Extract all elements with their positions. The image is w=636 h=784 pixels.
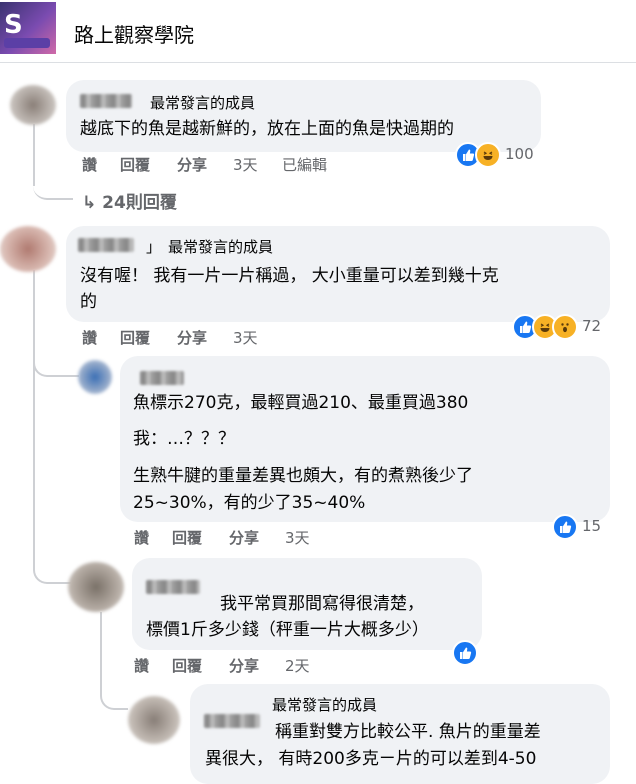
reply-text-line: 25~30%，有的少了35~40% (133, 493, 366, 513)
reply-action[interactable]: 回覆 (172, 527, 202, 548)
like-action[interactable]: 讚 (82, 327, 97, 348)
timestamp[interactable]: 3天 (233, 327, 258, 348)
like-action[interactable]: 讚 (82, 154, 97, 175)
thread-connector (33, 530, 71, 584)
like-action[interactable]: 讚 (134, 527, 149, 548)
name-suffix: 」 (146, 238, 162, 256)
group-logo-band (4, 38, 50, 48)
reaction-summary[interactable]: 100 (455, 142, 545, 168)
author-name[interactable] (146, 580, 200, 594)
more-replies-label: 24則回覆 (102, 193, 177, 213)
reply-text-line: 我：…？？？ (133, 429, 235, 449)
avatar[interactable] (10, 85, 56, 125)
thread-connector (33, 355, 79, 377)
share-action[interactable]: 分享 (229, 655, 259, 676)
avatar[interactable] (78, 360, 112, 394)
member-badge: 最常發言的成員 (150, 94, 256, 112)
thread-connector (33, 170, 73, 200)
thread-connector (100, 660, 128, 710)
timestamp[interactable]: 2天 (285, 655, 310, 676)
reply-text-line: 稱重對雙方比較公平. 魚片的重量差 (275, 722, 541, 742)
reply-text-line: 我平常買那間寫得很清楚， (220, 594, 424, 614)
like-action[interactable]: 讚 (134, 655, 149, 676)
author-name[interactable] (78, 238, 134, 252)
share-action[interactable]: 分享 (177, 327, 207, 348)
reaction-summary[interactable]: 15 (552, 514, 612, 540)
reply-text-line: 生熟牛腱的重量差異也頗大，有的煮熟後少了 (133, 466, 473, 486)
thumbs-up-icon (452, 640, 478, 666)
thumbs-up-icon (552, 514, 578, 540)
reaction-summary[interactable]: 72 (512, 314, 612, 340)
comment-text-line: 的 (80, 292, 97, 312)
group-avatar[interactable]: S (0, 2, 56, 54)
avatar[interactable] (128, 696, 180, 744)
edited-label: 已編輯 (282, 156, 328, 174)
author-name[interactable] (204, 714, 260, 728)
avatar[interactable] (68, 562, 124, 612)
author-name[interactable] (140, 371, 184, 385)
group-logo-letter: S (4, 10, 23, 40)
member-badge: 最常發言的成員 (272, 696, 378, 714)
group-title[interactable]: 路上觀察學院 (74, 19, 194, 48)
reply-arrow-icon: ↳ (82, 193, 103, 213)
thread-line (33, 270, 35, 540)
share-action[interactable]: 分享 (229, 527, 259, 548)
reaction-summary[interactable] (452, 640, 482, 666)
reply-text-line: 異很大， 有時200多克ㄧ片的可以差到4-50 (205, 749, 537, 769)
group-header: S 路上觀察學院 (0, 0, 636, 63)
wow-icon (552, 314, 578, 340)
reaction-count: 100 (505, 145, 534, 163)
reply-text-line: 魚標示270克，最輕買過210、最重買過380 (133, 393, 469, 413)
reply-action[interactable]: 回覆 (120, 154, 150, 175)
reaction-count: 15 (582, 517, 602, 535)
timestamp[interactable]: 3天 (285, 527, 310, 548)
comment-text: 越底下的魚是越新鮮的，放在上面的魚是快過期的 (80, 119, 454, 139)
view-more-replies[interactable]: ↳ 24則回覆 (82, 188, 177, 213)
author-name[interactable] (80, 94, 132, 108)
reaction-count: 72 (582, 317, 602, 335)
reply-text-line: 標價1斤多少錢（秤重一片大概多少） (146, 620, 429, 640)
share-action[interactable]: 分享 (177, 154, 207, 175)
reply-action[interactable]: 回覆 (172, 655, 202, 676)
reply-action[interactable]: 回覆 (120, 327, 150, 348)
timestamp[interactable]: 3天 (233, 154, 258, 175)
member-badge: 最常發言的成員 (168, 238, 274, 256)
avatar[interactable] (0, 226, 56, 272)
comment-text-line: 沒有喔！ 我有一片一片稱過， 大小重量可以差到幾十克 (80, 266, 499, 286)
haha-icon (475, 142, 501, 168)
